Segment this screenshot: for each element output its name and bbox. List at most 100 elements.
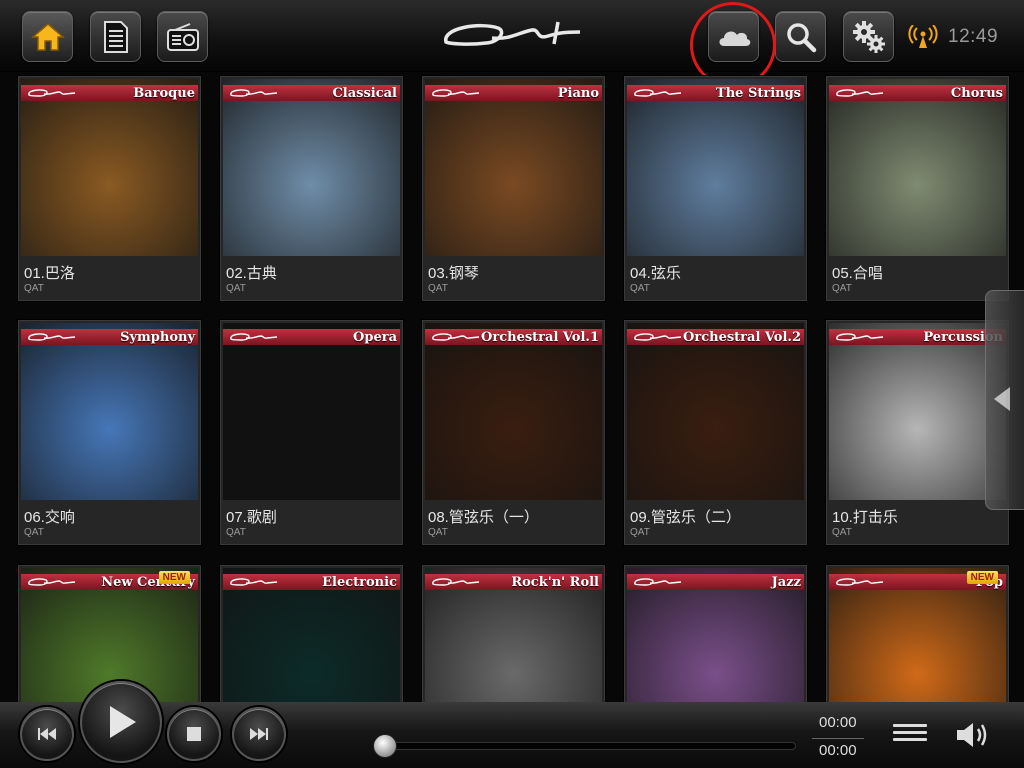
album-banner-title: Orchestral Vol.2 xyxy=(683,329,801,345)
album-format: QAT xyxy=(226,283,246,294)
app-screen: 12:49 Baroque 01.巴洛 QAT Classical 02.古典 QAT Pi… xyxy=(0,0,1024,768)
album-banner: Rock'n' Roll xyxy=(425,574,602,590)
album-tile[interactable]: Electronic xyxy=(220,565,403,702)
playlist-button[interactable] xyxy=(90,11,141,62)
album-banner-title: Classical xyxy=(332,85,397,101)
album-tile[interactable]: Symphony 06.交响 QAT xyxy=(18,320,201,545)
next-button[interactable] xyxy=(232,707,286,761)
album-format: QAT xyxy=(428,527,448,538)
arrow-left-icon xyxy=(994,387,1010,411)
album-format: QAT xyxy=(428,283,448,294)
progress-track[interactable] xyxy=(378,742,796,750)
ont-mini-logo xyxy=(28,89,76,97)
album-title: 08.管弦乐（一） xyxy=(428,509,539,526)
radio-button[interactable] xyxy=(157,11,208,62)
album-format: QAT xyxy=(24,283,44,294)
ont-mini-logo xyxy=(432,333,480,341)
ont-mini-logo xyxy=(634,89,682,97)
album-cover-image: The Strings xyxy=(627,79,804,256)
stop-button[interactable] xyxy=(167,707,221,761)
home-button[interactable] xyxy=(22,11,73,62)
volume-icon[interactable] xyxy=(955,720,991,750)
menu-line xyxy=(893,731,927,734)
album-banner: Jazz xyxy=(627,574,804,590)
album-tile[interactable]: Orchestral Vol.2 09.管弦乐（二） QAT xyxy=(624,320,807,545)
album-title: 09.管弦乐（二） xyxy=(630,509,741,526)
album-banner-title: Symphony xyxy=(120,329,195,345)
album-banner-title: Rock'n' Roll xyxy=(511,574,599,590)
album-tile[interactable]: Baroque 01.巴洛 QAT xyxy=(18,76,201,301)
home-icon xyxy=(30,22,65,51)
album-banner-title: Jazz xyxy=(771,574,801,590)
wifi-signal-icon xyxy=(908,25,938,48)
album-banner-title: Opera xyxy=(353,329,397,345)
settings-button[interactable] xyxy=(843,11,894,62)
album-tile[interactable]: Chorus 05.合唱 QAT xyxy=(826,76,1009,301)
album-tile[interactable]: Classical 02.古典 QAT xyxy=(220,76,403,301)
ont-mini-logo xyxy=(634,578,682,586)
album-banner: Symphony xyxy=(21,329,198,345)
time-divider xyxy=(812,738,864,739)
album-title: 04.弦乐 xyxy=(630,265,681,282)
album-banner: Orchestral Vol.1 xyxy=(425,329,602,345)
album-cover-image: Electronic xyxy=(223,568,400,702)
album-banner: Baroque xyxy=(21,85,198,101)
ont-mini-logo xyxy=(432,89,480,97)
document-list-icon xyxy=(103,20,128,53)
album-cover-image: Classical xyxy=(223,79,400,256)
album-cover-image: Symphony xyxy=(21,323,198,500)
ont-mini-logo xyxy=(28,333,76,341)
new-badge: NEW xyxy=(158,571,190,584)
album-title: 01.巴洛 xyxy=(24,265,75,282)
album-tile[interactable]: Opera 07.歌剧 QAT xyxy=(220,320,403,545)
album-cover-image: Orchestral Vol.1 xyxy=(425,323,602,500)
album-banner: Chorus xyxy=(829,85,1006,101)
album-tile[interactable]: Percussion 10.打击乐 QAT xyxy=(826,320,1009,545)
search-icon xyxy=(786,22,816,52)
clock-text: 12:49 xyxy=(948,26,999,47)
ont-logo xyxy=(444,21,581,46)
ont-mini-logo xyxy=(836,333,884,341)
album-tile[interactable]: Jazz xyxy=(624,565,807,702)
previous-icon xyxy=(38,728,56,740)
album-format: QAT xyxy=(832,527,852,538)
album-tile[interactable]: Rock'n' Roll xyxy=(422,565,605,702)
ont-mini-logo xyxy=(836,578,884,586)
album-title: 07.歌剧 xyxy=(226,509,277,526)
album-banner: The Strings xyxy=(627,85,804,101)
previous-button[interactable] xyxy=(20,707,74,761)
ont-mini-logo xyxy=(432,578,480,586)
album-banner-title: Baroque xyxy=(133,85,195,101)
album-tile[interactable]: Piano 03.钢琴 QAT xyxy=(422,76,605,301)
album-tile[interactable]: PopNEW xyxy=(826,565,1009,702)
album-banner: Opera xyxy=(223,329,400,345)
progress-slider-knob[interactable] xyxy=(373,734,397,758)
cloud-icon xyxy=(719,30,750,46)
radio-icon xyxy=(166,22,199,51)
album-tile[interactable]: The Strings 04.弦乐 QAT xyxy=(624,76,807,301)
album-title: 05.合唱 xyxy=(832,265,883,282)
album-banner-title: Piano xyxy=(557,85,599,101)
album-title: 10.打击乐 xyxy=(832,509,898,526)
menu-line xyxy=(893,738,927,741)
album-cover-image: Piano xyxy=(425,79,602,256)
album-format: QAT xyxy=(24,527,44,538)
side-drawer-handle[interactable] xyxy=(985,290,1024,510)
ont-mini-logo xyxy=(230,89,278,97)
album-cover-image: Percussion xyxy=(829,323,1006,500)
search-button[interactable] xyxy=(775,11,826,62)
menu-button[interactable] xyxy=(893,720,927,748)
cloud-button[interactable] xyxy=(708,11,759,62)
album-cover-image: PopNEW xyxy=(829,568,1006,702)
stop-icon xyxy=(187,727,201,741)
album-format: QAT xyxy=(630,527,650,538)
album-format: QAT xyxy=(226,527,246,538)
album-cover-image: Orchestral Vol.2 xyxy=(627,323,804,500)
top-toolbar: 12:49 xyxy=(0,0,1024,72)
ont-mini-logo xyxy=(230,578,278,586)
play-button[interactable] xyxy=(80,681,162,763)
album-banner: Classical xyxy=(223,85,400,101)
album-format: QAT xyxy=(832,283,852,294)
album-title: 02.古典 xyxy=(226,265,277,282)
album-tile[interactable]: Orchestral Vol.1 08.管弦乐（一） QAT xyxy=(422,320,605,545)
